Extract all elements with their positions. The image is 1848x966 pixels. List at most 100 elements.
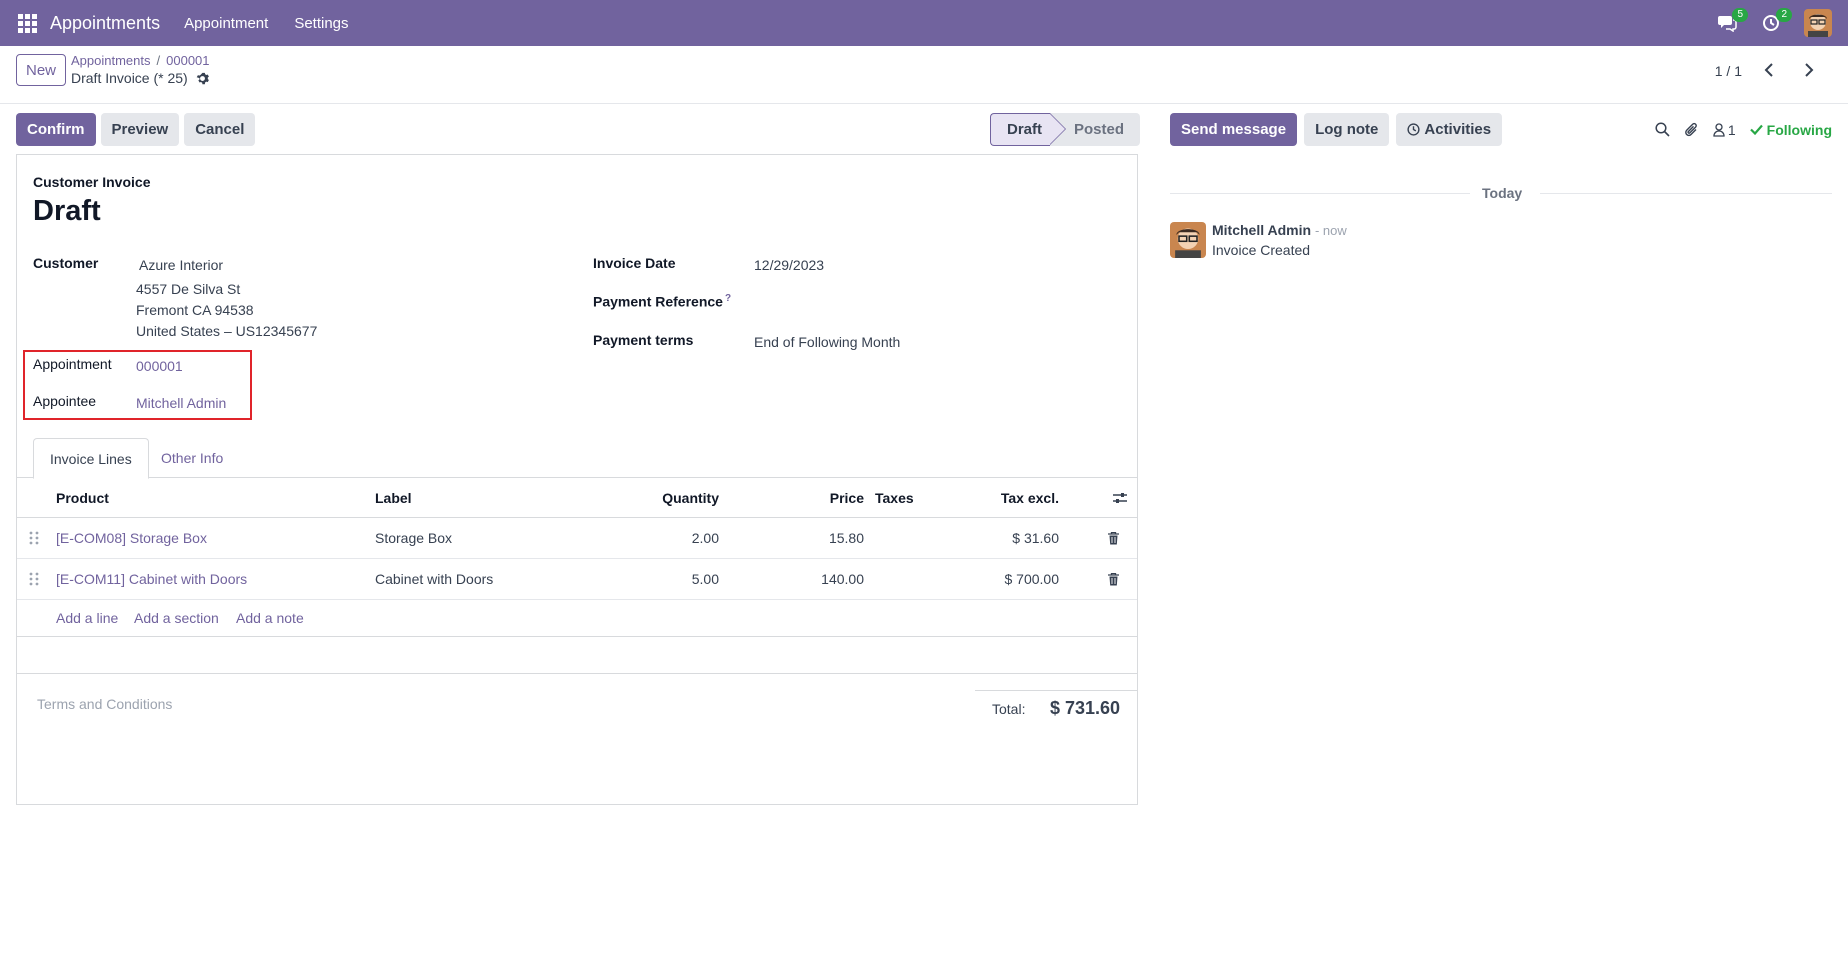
clock-icon	[1407, 123, 1420, 136]
followers-count: 1	[1727, 121, 1736, 138]
payment-terms-field[interactable]: End of Following Month	[754, 334, 900, 350]
customer-address-line2: Fremont CA 94538	[136, 302, 254, 318]
line-quantity[interactable]: 5.00	[577, 559, 719, 599]
optional-columns-icon[interactable]	[1113, 478, 1127, 517]
activities-badge: 2	[1776, 8, 1792, 22]
pager-value[interactable]: 1 / 1	[1715, 63, 1742, 79]
record-title-text: Draft Invoice (* 25)	[71, 70, 188, 86]
line-label[interactable]: Cabinet with Doors	[375, 559, 493, 599]
confirm-button[interactable]: Confirm	[16, 113, 96, 146]
total-value: $ 731.60	[1050, 698, 1121, 718]
app-brand[interactable]: Appointments	[50, 13, 160, 34]
line-product[interactable]: [E-COM08] Storage Box	[56, 518, 207, 558]
payment-reference-label-text: Payment Reference	[593, 293, 723, 310]
log-note-button[interactable]: Log note	[1304, 113, 1390, 146]
line-price[interactable]: 140.00	[747, 559, 864, 599]
following-label: Following	[1766, 121, 1832, 138]
search-icon[interactable]	[1655, 122, 1670, 137]
line-price[interactable]: 15.80	[747, 518, 864, 558]
invoice-state-title: Draft	[33, 195, 101, 227]
cancel-button[interactable]: Cancel	[184, 113, 256, 146]
send-message-button[interactable]: Send message	[1170, 113, 1298, 146]
customer-address-line3: United States – US12345677	[136, 323, 318, 339]
separator-line-left	[1170, 193, 1470, 194]
date-separator-label: Today	[1482, 185, 1523, 201]
col-price[interactable]: Price	[747, 478, 864, 517]
stage-draft-label: Draft	[1007, 121, 1043, 138]
status-stages: Draft Posted	[990, 113, 1141, 146]
tab-invoice-lines[interactable]: Invoice Lines	[33, 438, 149, 479]
line-subtotal: $ 700.00	[1004, 571, 1060, 587]
trash-icon[interactable]	[1108, 518, 1119, 558]
control-panel: New Appointments/000001 Draft Invoice (*…	[0, 46, 1848, 104]
col-tax-excl[interactable]: Tax excl.	[977, 478, 1059, 517]
message-time: - now	[1314, 223, 1347, 238]
user-avatar[interactable]	[1804, 9, 1832, 37]
menu-appointment[interactable]: Appointment	[184, 15, 268, 32]
help-tooltip-icon[interactable]: ?	[725, 293, 731, 304]
table-row[interactable]: [E-COM08] Storage Box Storage Box 2.00 1…	[17, 518, 1137, 559]
customer-address-line1: 4557 De Silva St	[136, 281, 241, 297]
user-icon	[1713, 122, 1725, 137]
add-line-link[interactable]: Add a line	[56, 599, 118, 636]
tab-other-info[interactable]: Other Info	[145, 438, 239, 478]
chatter-topbar: Send message Log note Activities	[1170, 113, 1503, 146]
activities-clock-icon[interactable]: 2	[1760, 8, 1792, 34]
pager-next-button[interactable]	[1796, 58, 1822, 84]
trash-icon[interactable]	[1108, 559, 1119, 599]
chatter-tools: 1 Following	[1655, 113, 1832, 146]
paperclip-icon[interactable]	[1684, 122, 1699, 138]
message-author: Mitchell Admin - now	[1212, 222, 1347, 238]
col-product[interactable]: Product	[56, 478, 109, 517]
drag-handle-icon[interactable]	[29, 559, 39, 599]
preview-button[interactable]: Preview	[100, 113, 180, 146]
top-navbar: Appointments Appointment Settings 5 2	[0, 0, 1848, 46]
appointee-link[interactable]: Mitchell Admin	[136, 395, 226, 411]
followers-button[interactable]: 1	[1713, 122, 1736, 138]
date-separator: Today	[1170, 183, 1832, 203]
form-sheet: Customer Invoice Draft Customer Azure In…	[16, 154, 1138, 805]
terms-and-conditions-field[interactable]: Terms and Conditions	[37, 696, 172, 712]
line-product[interactable]: [E-COM11] Cabinet with Doors	[56, 559, 247, 599]
separator-line-right	[1540, 193, 1832, 194]
gear-icon[interactable]	[196, 72, 209, 85]
form-status-bar: Confirm Preview Cancel	[16, 113, 256, 146]
drag-handle-icon[interactable]	[29, 518, 39, 558]
col-taxes[interactable]: Taxes	[875, 478, 914, 517]
messages-icon[interactable]: 5	[1716, 8, 1748, 34]
col-label[interactable]: Label	[375, 478, 412, 517]
payment-terms-label: Payment terms	[593, 332, 694, 348]
appointment-label: Appointment	[33, 356, 112, 372]
new-button[interactable]: New	[16, 54, 66, 86]
messages-badge: 5	[1732, 8, 1748, 22]
add-note-link[interactable]: Add a note	[236, 599, 304, 636]
line-label[interactable]: Storage Box	[375, 518, 452, 558]
customer-field[interactable]: Azure Interior	[139, 257, 223, 273]
add-section-link[interactable]: Add a section	[134, 599, 219, 636]
total-divider	[975, 690, 1137, 691]
chevron-right-icon	[1804, 62, 1814, 80]
invoice-date-label: Invoice Date	[593, 255, 676, 271]
breadcrumb-appointments[interactable]: Appointments	[71, 53, 151, 68]
table-row[interactable]: [E-COM11] Cabinet with Doors Cabinet wit…	[17, 559, 1137, 600]
payment-reference-field[interactable]	[754, 291, 1054, 313]
col-quantity[interactable]: Quantity	[577, 478, 719, 517]
total-label: Total:	[992, 701, 1026, 717]
message-author-avatar[interactable]	[1170, 222, 1206, 258]
appointee-label: Appointee	[33, 393, 97, 409]
line-quantity[interactable]: 2.00	[577, 518, 719, 558]
chevron-left-icon	[1764, 62, 1774, 80]
pager: 1 / 1	[1715, 58, 1822, 84]
activities-button[interactable]: Activities	[1396, 113, 1503, 146]
app-menu-icon[interactable]	[16, 12, 38, 34]
following-button[interactable]: Following	[1749, 121, 1832, 138]
stage-draft[interactable]: Draft	[990, 113, 1067, 146]
breadcrumb-record[interactable]: 000001	[166, 53, 209, 68]
invoice-date-field[interactable]: 12/29/2023	[754, 257, 824, 273]
check-icon	[1749, 124, 1763, 135]
pager-previous-button[interactable]	[1756, 58, 1782, 84]
menu-settings[interactable]: Settings	[294, 15, 348, 32]
message-author-name[interactable]: Mitchell Admin	[1212, 222, 1311, 238]
appointment-link[interactable]: 000001	[136, 358, 183, 374]
line-subtotal: $ 31.60	[1012, 530, 1059, 546]
